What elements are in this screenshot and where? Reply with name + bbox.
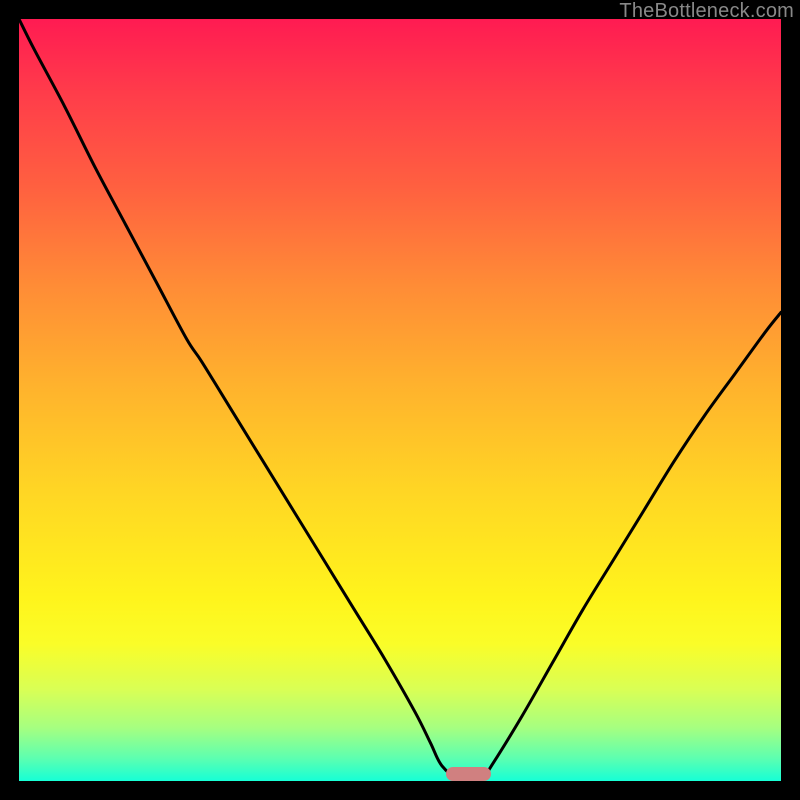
watermark-text: TheBottleneck.com	[619, 0, 794, 23]
curve-layer	[19, 19, 781, 781]
plot-wrap: TheBottleneck.com	[0, 0, 800, 800]
min-bottleneck-marker	[446, 767, 492, 781]
bottleneck-curve	[19, 19, 781, 783]
